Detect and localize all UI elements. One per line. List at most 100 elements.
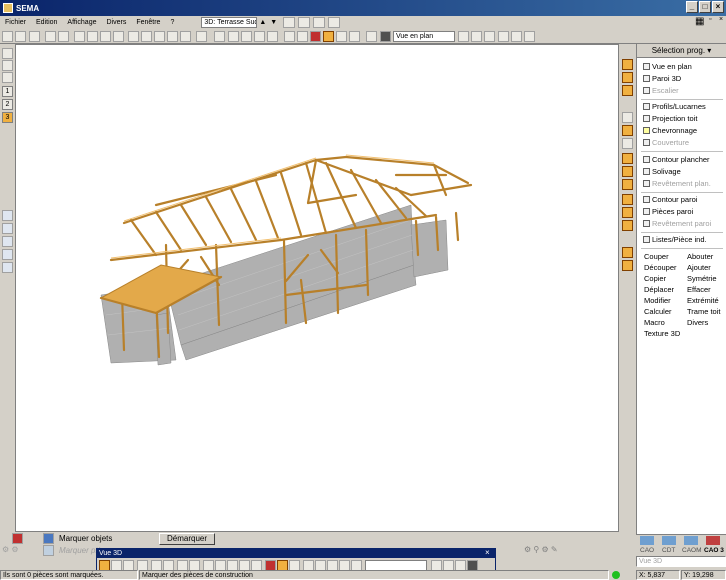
profile-icon[interactable] bbox=[622, 112, 633, 123]
select-region-icon[interactable] bbox=[141, 31, 152, 42]
cmd-symetrie[interactable]: Symétrie bbox=[687, 274, 717, 283]
house-icon[interactable] bbox=[283, 17, 296, 28]
house-down-icon[interactable] bbox=[313, 17, 326, 28]
side-tool-3-icon[interactable] bbox=[2, 236, 13, 247]
cmd-extremite[interactable]: Extrémité bbox=[687, 296, 719, 305]
pencil-icon[interactable] bbox=[267, 31, 278, 42]
view-select[interactable]: Vue en plan bbox=[393, 31, 455, 42]
maximize-button[interactable]: □ bbox=[699, 1, 711, 13]
menu-help[interactable]: ? bbox=[165, 19, 179, 26]
module-caom[interactable]: CAOM bbox=[682, 547, 702, 554]
item-solivage[interactable]: Solivage bbox=[643, 166, 681, 177]
view-prev-icon[interactable] bbox=[458, 31, 469, 42]
viewport-3d[interactable] bbox=[15, 44, 619, 532]
marquer-pieces-icon[interactable] bbox=[43, 545, 54, 556]
redo-icon[interactable] bbox=[15, 31, 26, 42]
wall-contour-icon[interactable] bbox=[622, 194, 633, 205]
marquer-objets-label[interactable]: Marquer objets bbox=[59, 534, 112, 543]
caom-icon[interactable] bbox=[684, 536, 698, 545]
view-next-icon[interactable] bbox=[471, 31, 482, 42]
cmd-divers[interactable]: Divers bbox=[687, 318, 708, 327]
page-icon[interactable] bbox=[58, 31, 69, 42]
demarquer-button[interactable]: Démarquer bbox=[159, 533, 215, 545]
zoom-extent-icon[interactable] bbox=[113, 31, 124, 42]
table-icon[interactable] bbox=[524, 31, 535, 42]
solid-render-icon[interactable] bbox=[310, 31, 321, 42]
module-cao[interactable]: CAO bbox=[640, 547, 654, 554]
wireframe-icon[interactable] bbox=[284, 31, 295, 42]
wall-icon[interactable] bbox=[228, 31, 239, 42]
stair-icon[interactable] bbox=[622, 85, 633, 96]
layer-stack2-icon[interactable] bbox=[2, 60, 13, 71]
tab-3[interactable]: 3 bbox=[2, 112, 13, 123]
cao-icon[interactable] bbox=[640, 536, 654, 545]
redo2-icon[interactable] bbox=[29, 31, 40, 42]
item-contour-plancher[interactable]: Contour plancher bbox=[643, 154, 710, 165]
binoculars-icon[interactable] bbox=[498, 31, 509, 42]
item-paroi-3d[interactable]: Paroi 3D bbox=[643, 73, 681, 84]
zoom-icon[interactable] bbox=[154, 31, 165, 42]
cmd-ajouter[interactable]: Ajouter bbox=[687, 263, 711, 272]
side-tool-4-icon[interactable] bbox=[2, 249, 13, 260]
orbit-icon[interactable] bbox=[180, 31, 191, 42]
vue3d-close-icon[interactable]: × bbox=[485, 548, 490, 557]
marquer-main-icon[interactable] bbox=[12, 533, 23, 544]
piece-icon[interactable] bbox=[622, 260, 633, 271]
measure-icon[interactable] bbox=[484, 31, 495, 42]
move-icon[interactable] bbox=[100, 31, 111, 42]
light-icon[interactable] bbox=[87, 31, 98, 42]
joist-icon[interactable] bbox=[622, 166, 633, 177]
print-icon[interactable] bbox=[45, 31, 56, 42]
side-tool-2-icon[interactable] bbox=[2, 223, 13, 234]
cmd-effacer[interactable]: Effacer bbox=[687, 285, 711, 294]
grid-icon[interactable] bbox=[511, 31, 522, 42]
menu-edition[interactable]: Edition bbox=[31, 19, 62, 26]
module-cao3[interactable]: CAO 3 bbox=[704, 547, 724, 554]
shadow-icon[interactable] bbox=[349, 31, 360, 42]
view-select-icon[interactable] bbox=[380, 31, 391, 42]
menu-fichier[interactable]: Fichier bbox=[0, 19, 31, 26]
tab-2[interactable]: 2 bbox=[2, 99, 13, 110]
cmd-copier[interactable]: Copier bbox=[644, 274, 666, 283]
rotate-icon[interactable] bbox=[128, 31, 139, 42]
cdt-icon[interactable] bbox=[662, 536, 676, 545]
arrow-up-icon[interactable]: ▲ bbox=[257, 19, 268, 26]
close-doc-icon[interactable]: × bbox=[714, 16, 726, 23]
list-icon[interactable] bbox=[622, 247, 633, 258]
marquer-objets-icon[interactable] bbox=[43, 533, 54, 544]
cmd-abouter[interactable]: Abouter bbox=[687, 252, 713, 261]
tab-1[interactable]: 1 bbox=[2, 86, 13, 97]
window-icon[interactable] bbox=[2, 72, 13, 83]
render-icon[interactable] bbox=[297, 31, 308, 42]
item-chevronnage[interactable]: Chevronnage bbox=[643, 125, 697, 136]
cube-icon[interactable] bbox=[214, 31, 225, 42]
layer-stack-icon[interactable] bbox=[2, 48, 13, 59]
plan-view-icon[interactable] bbox=[622, 59, 633, 70]
wall-3d-icon[interactable] bbox=[622, 72, 633, 83]
house-section-icon[interactable] bbox=[328, 17, 341, 28]
cmd-trame-toit[interactable]: Trame toit bbox=[687, 307, 720, 316]
side-tool-5-icon[interactable] bbox=[2, 262, 13, 273]
marker-tools-icon[interactable]: ⚙ ⚙ bbox=[2, 545, 19, 554]
view-combo[interactable]: 3D: Terrasse Sud Pl bbox=[201, 17, 258, 28]
cmd-deplacer[interactable]: Déplacer bbox=[644, 285, 674, 294]
item-pieces-paroi[interactable]: Pièces paroi bbox=[643, 206, 693, 217]
menu-fenetre[interactable]: Fenêtre bbox=[131, 19, 165, 26]
item-listes-piece[interactable]: Listes/Pièce ind. bbox=[643, 234, 707, 245]
floor-cover-icon[interactable] bbox=[622, 179, 633, 190]
item-profils-lucarnes[interactable]: Profils/Lucarnes bbox=[643, 101, 706, 112]
texture-icon[interactable] bbox=[336, 31, 347, 42]
cmd-calculer[interactable]: Calculer bbox=[644, 307, 672, 316]
layer-icon[interactable] bbox=[366, 31, 377, 42]
settings-icon[interactable] bbox=[196, 31, 207, 42]
cmd-macro[interactable]: Macro bbox=[644, 318, 665, 327]
cmd-modifier[interactable]: Modifier bbox=[644, 296, 671, 305]
item-projection-toit[interactable]: Projection toit bbox=[643, 113, 697, 124]
cmd-decouper[interactable]: Découper bbox=[644, 263, 677, 272]
roof-projection-icon[interactable] bbox=[622, 125, 633, 136]
item-contour-paroi[interactable]: Contour paroi bbox=[643, 194, 697, 205]
select-icon[interactable] bbox=[74, 31, 85, 42]
rafter-icon[interactable] bbox=[622, 138, 633, 149]
cmd-texture-3d[interactable]: Texture 3D bbox=[644, 329, 680, 338]
wall-cover-icon[interactable] bbox=[622, 220, 633, 231]
